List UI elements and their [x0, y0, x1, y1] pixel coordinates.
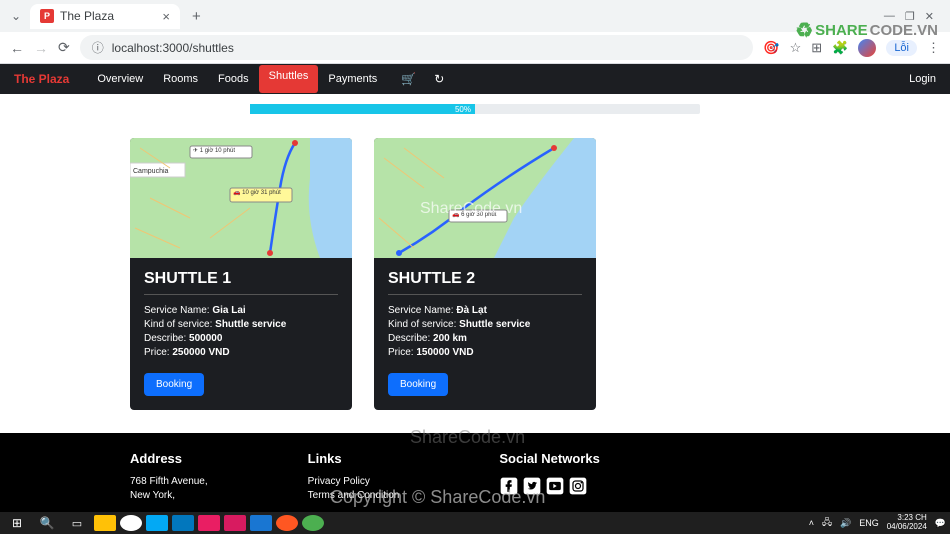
nav-icons: 🛒 ↻	[401, 72, 444, 86]
shuttle-map[interactable]: Campuchia ✈ 1 giờ 10 phút 🚗 10 giờ 31 ph…	[130, 138, 352, 258]
svg-text:Campuchia: Campuchia	[133, 168, 169, 175]
map-label-flight: ✈ 1 giờ 10 phút	[193, 147, 235, 154]
cart-icon[interactable]: 🛒	[401, 72, 416, 86]
site-info-icon[interactable]: ⓘ	[92, 39, 104, 56]
app-icon[interactable]	[172, 515, 194, 531]
privacy-link[interactable]: Privacy Policy	[308, 476, 400, 487]
login-link[interactable]: Login	[909, 73, 936, 85]
kind-row: Kind of service: Shuttle service	[144, 319, 338, 330]
footer-heading: Social Networks	[499, 451, 599, 466]
sharecode-logo-watermark: ♻ SHARECODE.VN	[795, 18, 938, 43]
forward-button[interactable]: →	[34, 40, 48, 56]
footer-links: Links Privacy Policy Terms and Condition	[308, 451, 400, 504]
card-title: SHUTTLE 1	[144, 270, 338, 288]
volume-icon[interactable]: 🔊	[840, 518, 851, 529]
tune-icon[interactable]: 🎯	[763, 40, 779, 56]
brand-logo[interactable]: The Plaza	[14, 72, 69, 86]
booking-button[interactable]: Booking	[388, 373, 448, 396]
progress-fill: 50%	[250, 104, 475, 114]
nav-link-rooms[interactable]: Rooms	[153, 65, 208, 93]
taskview-button[interactable]: ▭	[64, 514, 90, 532]
nav-link-overview[interactable]: Overview	[87, 65, 153, 93]
service-name-row: Service Name: Gia Lai	[144, 305, 338, 316]
booking-button[interactable]: Booking	[144, 373, 204, 396]
nav-links: Overview Rooms Foods Shuttles Payments	[87, 65, 387, 93]
reload-button[interactable]: ⟳	[58, 39, 70, 56]
start-button[interactable]: ⊞	[4, 514, 30, 532]
notifications-icon[interactable]: 💬	[935, 518, 946, 529]
app-icon[interactable]	[302, 515, 324, 531]
footer-heading: Address	[130, 451, 208, 466]
site-footer: Address 768 Fifth Avenue, New York, Link…	[0, 433, 950, 512]
facebook-icon[interactable]	[499, 476, 519, 496]
tab-title: The Plaza	[60, 9, 114, 23]
url-input[interactable]: ⓘ localhost:3000/shuttles	[80, 35, 754, 60]
clock[interactable]: 3:23 CH 04/06/2024	[887, 514, 927, 532]
service-name-row: Service Name: Đà Lạt	[388, 305, 582, 316]
map-label-drive: 🚗 10 giờ 31 phút	[233, 189, 281, 196]
footer-heading: Links	[308, 451, 400, 466]
shuttle-card: Campuchia ✈ 1 giờ 10 phút 🚗 10 giờ 31 ph…	[130, 138, 352, 410]
explorer-icon[interactable]	[94, 515, 116, 531]
back-button[interactable]: ←	[10, 40, 24, 56]
close-tab-icon[interactable]: ×	[162, 9, 170, 24]
new-tab-button[interactable]: +	[184, 8, 209, 25]
price-row: Price: 250000 VND	[144, 347, 338, 358]
app-icon[interactable]	[146, 515, 168, 531]
footer-social: Social Networks	[499, 451, 599, 504]
url-text: localhost:3000/shuttles	[112, 41, 234, 55]
address-line: New York,	[130, 490, 208, 501]
tab-list-button[interactable]: ⌄	[6, 9, 26, 23]
describe-row: Describe: 500000	[144, 333, 338, 344]
network-icon[interactable]: 🖧	[822, 515, 832, 531]
progress-bar: 50%	[250, 104, 700, 114]
price-row: Price: 150000 VND	[388, 347, 582, 358]
system-tray: ˄ 🖧 🔊 ENG 3:23 CH 04/06/2024 💬	[809, 514, 946, 532]
describe-row: Describe: 200 km	[388, 333, 582, 344]
shuttle-card: 🚗 6 giờ 30 phút SHUTTLE 2 Service Name: …	[374, 138, 596, 410]
language-indicator[interactable]: ENG	[859, 518, 879, 528]
card-body: SHUTTLE 1 Service Name: Gia Lai Kind of …	[130, 258, 352, 410]
address-line: 768 Fifth Avenue,	[130, 476, 208, 487]
windows-taskbar: ⊞ 🔍 ▭ ˄ 🖧 🔊 ENG 3:23 CH 04/06/2024 💬	[0, 512, 950, 534]
vscode-icon[interactable]	[250, 515, 272, 531]
app-icon[interactable]	[276, 515, 298, 531]
divider	[144, 294, 338, 295]
card-body: SHUTTLE 2 Service Name: Đà Lạt Kind of s…	[374, 258, 596, 410]
footer-address: Address 768 Fifth Avenue, New York,	[130, 451, 208, 504]
browser-tab[interactable]: P The Plaza ×	[30, 4, 180, 29]
app-icon[interactable]	[198, 515, 220, 531]
card-title: SHUTTLE 2	[388, 270, 582, 288]
map-label-drive: 🚗 6 giờ 30 phút	[452, 211, 496, 218]
youtube-icon[interactable]	[545, 476, 565, 496]
twitter-icon[interactable]	[522, 476, 542, 496]
nav-link-shuttles[interactable]: Shuttles	[259, 65, 319, 93]
terms-link[interactable]: Terms and Condition	[308, 490, 400, 501]
shuttle-map[interactable]: 🚗 6 giờ 30 phút	[374, 138, 596, 258]
instagram-icon[interactable]	[568, 476, 588, 496]
nav-link-payments[interactable]: Payments	[318, 65, 387, 93]
tray-chevron-icon[interactable]: ˄	[809, 518, 814, 528]
app-icon[interactable]	[224, 515, 246, 531]
nav-link-foods[interactable]: Foods	[208, 65, 259, 93]
shuttle-cards: Campuchia ✈ 1 giờ 10 phút 🚗 10 giờ 31 ph…	[0, 118, 950, 410]
kind-row: Kind of service: Shuttle service	[388, 319, 582, 330]
search-button[interactable]: 🔍	[34, 514, 60, 532]
favicon: P	[40, 9, 54, 23]
progress-container: 50%	[0, 94, 950, 118]
chrome-icon[interactable]	[120, 515, 142, 531]
site-navbar: The Plaza Overview Rooms Foods Shuttles …	[0, 64, 950, 94]
divider	[388, 294, 582, 295]
history-icon[interactable]: ↻	[434, 72, 444, 86]
